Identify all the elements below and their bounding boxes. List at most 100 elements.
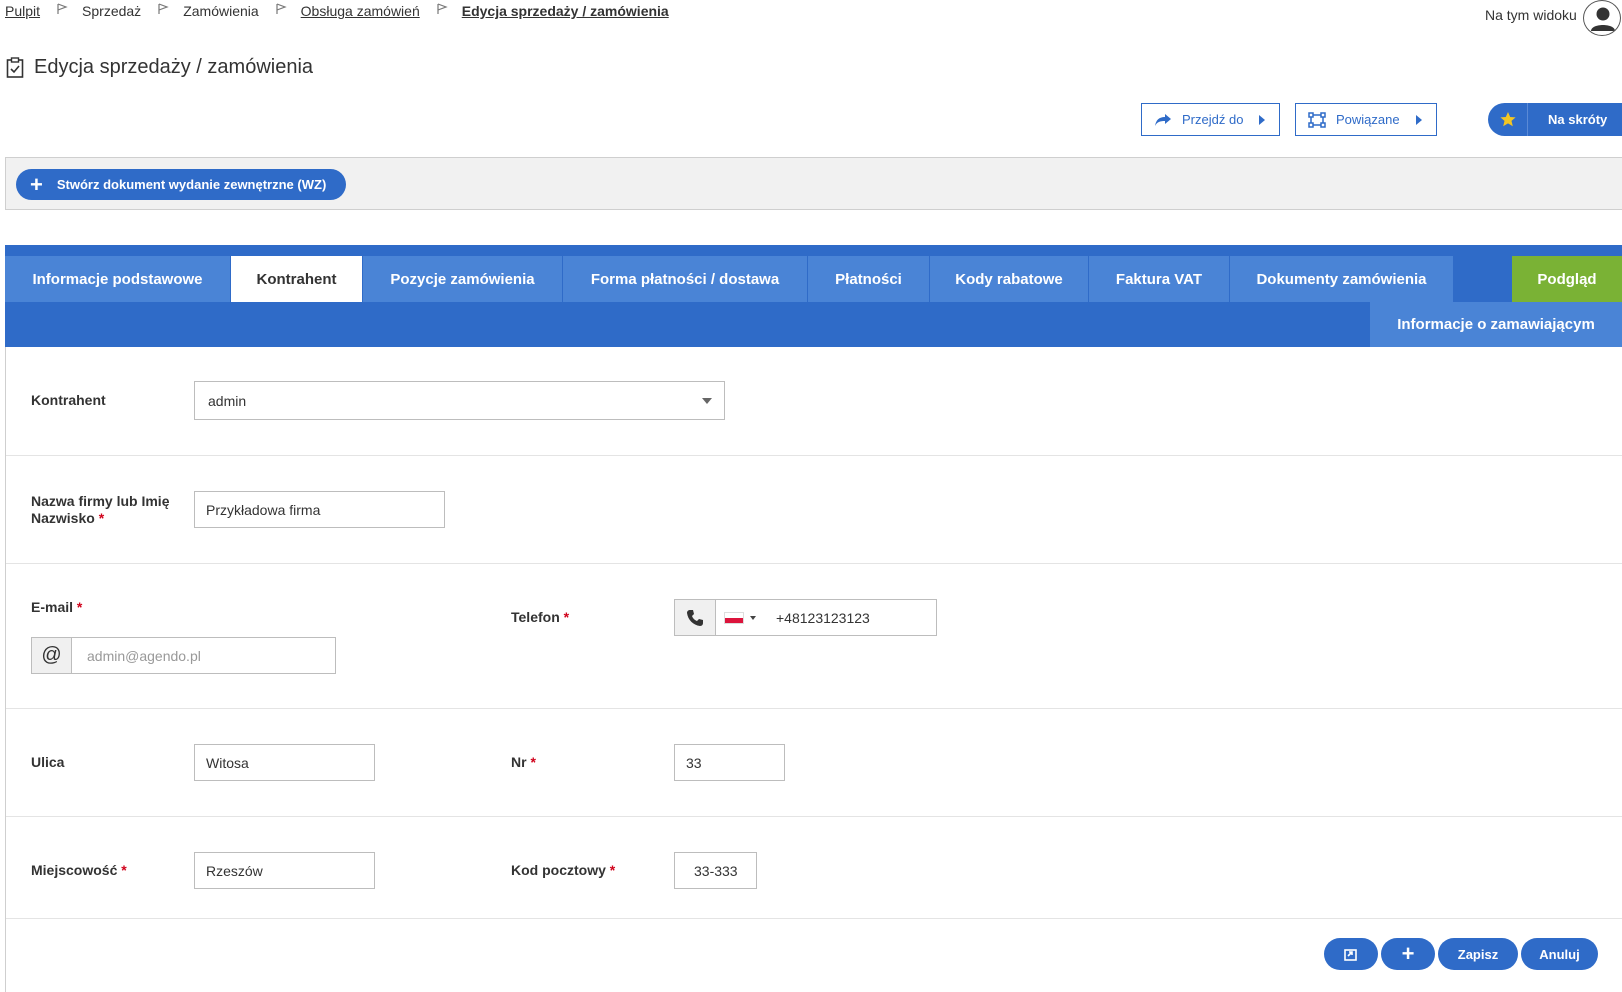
row-divider	[6, 816, 1622, 817]
postal-label: Kod pocztowy *	[511, 862, 615, 879]
row-divider	[6, 455, 1622, 456]
shortcuts-button[interactable]: Na skróty	[1488, 103, 1622, 136]
tab-payment-delivery[interactable]: Forma płatności / dostawa	[563, 256, 808, 302]
tab-discount-codes[interactable]: Kody rabatowe	[930, 256, 1089, 302]
plus-icon: +	[30, 171, 43, 197]
company-value: Przykładowa firma	[206, 501, 321, 518]
share-arrow-icon	[1155, 113, 1171, 126]
email-placeholder: admin@agendo.pl	[87, 647, 201, 664]
email-label-text: E-mail	[31, 599, 74, 615]
at-addon: @	[31, 637, 72, 674]
postal-value: 33-333	[694, 862, 738, 879]
required-mark: *	[609, 862, 616, 878]
number-label: Nr *	[511, 754, 536, 771]
flag-separator-icon	[437, 3, 448, 14]
breadcrumb-item-current[interactable]: Edycja sprzedaży / zamówienia	[462, 3, 669, 19]
row-divider	[6, 708, 1622, 709]
street-input[interactable]: Witosa	[194, 744, 375, 781]
row-divider	[6, 563, 1622, 564]
user-icon	[1591, 7, 1615, 31]
contractor-value: admin	[208, 392, 247, 409]
tab-basic-info[interactable]: Informacje podstawowe	[5, 256, 231, 302]
toolbar: + Stwórz dokument wydanie zewnętrzne (WZ…	[5, 157, 1622, 210]
goto-label: Przejdź do	[1182, 112, 1244, 127]
postal-input[interactable]: 33-333	[674, 852, 757, 889]
subtab-orderer-info[interactable]: Informacje o zamawiającym	[1370, 302, 1622, 347]
tab-vat-invoice[interactable]: Faktura VAT	[1089, 256, 1230, 302]
number-input[interactable]: 33	[674, 744, 785, 781]
phone-label-text: Telefon	[511, 609, 560, 625]
city-value: Rzeszów	[206, 862, 263, 879]
caret-right-icon	[1416, 115, 1422, 125]
contractor-label: Kontrahent	[31, 392, 106, 408]
required-mark: *	[98, 510, 105, 526]
flag-separator-icon	[57, 3, 68, 14]
form-panel: Kontrahent admin Nazwa firmy lub Imię Na…	[5, 347, 1622, 992]
create-wz-label: Stwórz dokument wydanie zewnętrzne (WZ)	[56, 177, 327, 192]
goto-button[interactable]: Przejdź do	[1141, 103, 1280, 136]
company-label: Nazwa firmy lub Imię Nazwisko *	[31, 493, 169, 527]
tab-bar: Informacje podstawowe Kontrahent Pozycje…	[5, 245, 1622, 347]
company-label-line2: Nazwisko	[31, 510, 95, 526]
view-label: Na tym widoku	[1485, 7, 1577, 23]
shortcuts-label: Na skróty	[1548, 112, 1608, 127]
poland-flag-icon[interactable]	[724, 611, 744, 624]
required-mark: *	[76, 599, 83, 615]
company-label-line1: Nazwa firmy lub Imię	[31, 493, 170, 509]
related-label: Powiązane	[1336, 112, 1400, 127]
tab-payments[interactable]: Płatności	[808, 256, 930, 302]
required-mark: *	[121, 862, 127, 878]
breadcrumb-item-obsluga[interactable]: Obsługa zamówień	[301, 3, 420, 19]
breadcrumb-item-zamowienia[interactable]: Zamówienia	[183, 3, 258, 19]
tab-preview[interactable]: Podgląd	[1512, 256, 1622, 302]
postal-label-text: Kod pocztowy	[511, 862, 606, 878]
cancel-button[interactable]: Anuluj	[1521, 938, 1598, 970]
at-icon: @	[41, 644, 62, 666]
restore-button[interactable]	[1324, 938, 1378, 970]
breadcrumb: Pulpit Sprzedaż Zamówienia Obsługa zamów…	[5, 3, 669, 19]
connection-icon	[1308, 111, 1326, 128]
phone-addon	[674, 599, 716, 636]
star-icon	[1499, 112, 1516, 127]
email-input[interactable]: admin@agendo.pl	[71, 637, 336, 674]
tab-contractor[interactable]: Kontrahent	[231, 256, 363, 302]
caret-down-icon	[750, 615, 756, 620]
company-input[interactable]: Przykładowa firma	[194, 491, 445, 528]
street-value: Witosa	[206, 754, 249, 771]
city-input[interactable]: Rzeszów	[194, 852, 375, 889]
email-label: E-mail *	[31, 599, 82, 616]
page-title-text: Edycja sprzedaży / zamówienia	[34, 56, 314, 78]
city-label-text: Miejscowość	[31, 862, 118, 878]
number-value: 33	[686, 754, 702, 771]
row-divider	[6, 918, 1622, 919]
contractor-select[interactable]: admin	[194, 381, 725, 420]
create-wz-button[interactable]: + Stwórz dokument wydanie zewnętrzne (WZ…	[16, 169, 347, 200]
city-label: Miejscowość *	[31, 862, 127, 879]
tab-order-documents[interactable]: Dokumenty zamówienia	[1230, 256, 1454, 302]
plus-icon: +	[1401, 941, 1415, 966]
tabs-row: Informacje podstawowe Kontrahent Pozycje…	[5, 256, 1454, 302]
breadcrumb-item-pulpit[interactable]: Pulpit	[5, 3, 40, 19]
caret-down-icon	[702, 398, 712, 404]
caret-right-icon	[1259, 115, 1265, 125]
restore-window-icon	[1344, 949, 1357, 961]
flag-separator-icon	[276, 3, 287, 14]
phone-value: +48123123123	[776, 609, 870, 626]
clipboard-icon	[6, 56, 24, 78]
save-button[interactable]: Zapisz	[1438, 938, 1518, 970]
phone-icon	[687, 609, 703, 626]
street-label: Ulica	[31, 754, 65, 770]
phone-label: Telefon *	[511, 609, 569, 626]
page-title: Edycja sprzedaży / zamówienia	[6, 56, 313, 79]
required-mark: *	[530, 754, 536, 770]
flag-separator-icon	[158, 3, 169, 14]
number-label-text: Nr	[511, 754, 527, 770]
phone-input[interactable]: +48123123123	[715, 599, 937, 636]
required-mark: *	[563, 609, 570, 625]
star-icon-wrap	[1488, 103, 1528, 136]
add-button[interactable]: +	[1381, 938, 1435, 970]
breadcrumb-item-sprzedaz[interactable]: Sprzedaż	[82, 3, 141, 19]
user-avatar[interactable]	[1583, 0, 1621, 36]
tab-order-items[interactable]: Pozycje zamówienia	[363, 256, 563, 302]
related-button[interactable]: Powiązane	[1295, 103, 1437, 136]
